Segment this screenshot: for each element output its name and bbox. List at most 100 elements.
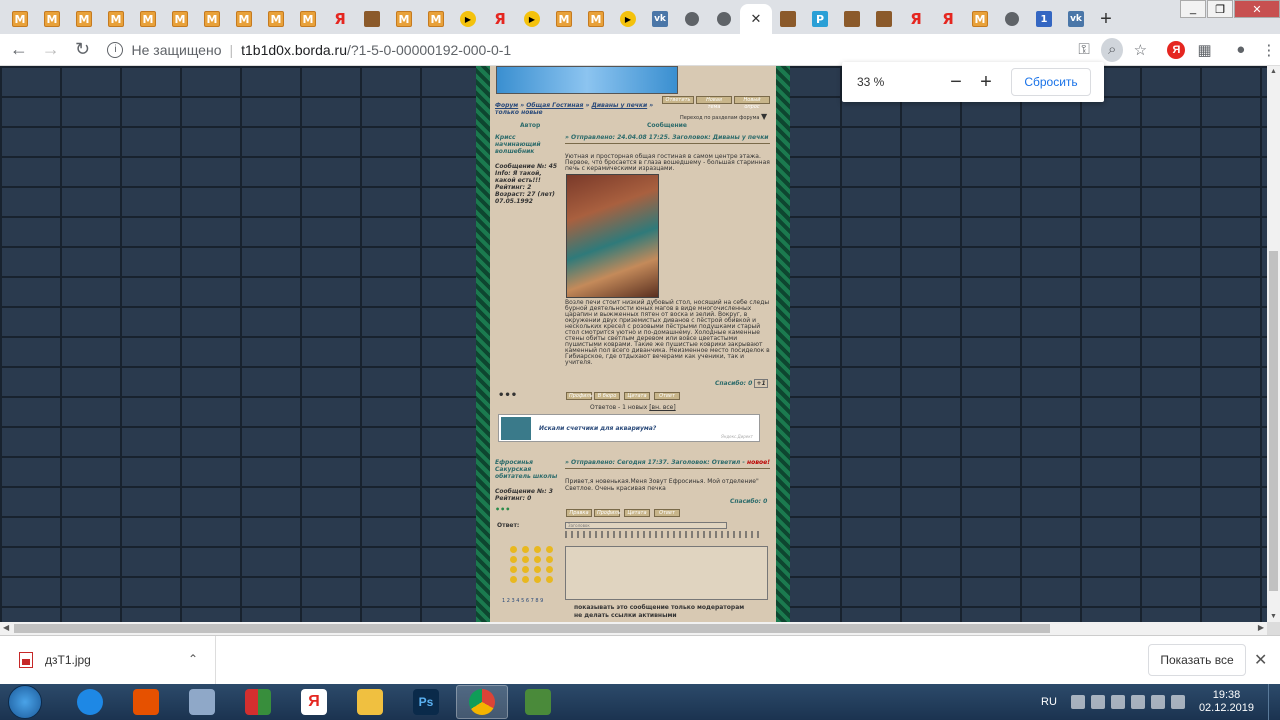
zoom-in-button[interactable]: + — [971, 71, 1001, 94]
smiley-icon[interactable] — [510, 546, 517, 553]
scroll-down-icon[interactable]: ▼ — [1270, 613, 1277, 620]
browser-tab[interactable]: M — [68, 4, 100, 34]
smiley-icon[interactable] — [546, 556, 553, 563]
edit-button[interactable]: Правка — [566, 509, 592, 517]
breadcrumb-topic[interactable]: Диваны у печки — [592, 102, 648, 109]
browser-tab[interactable]: M — [196, 4, 228, 34]
browser-tab[interactable]: vk — [644, 4, 676, 34]
browser-tab[interactable] — [996, 4, 1028, 34]
smiley-icon[interactable] — [534, 576, 541, 583]
smiley-icon[interactable] — [522, 576, 529, 583]
smiley-icon[interactable] — [510, 566, 517, 573]
smiley-icon[interactable] — [510, 576, 517, 583]
browser-tab[interactable] — [356, 4, 388, 34]
browser-tab[interactable]: ▶ — [612, 4, 644, 34]
browser-tab[interactable]: M — [548, 4, 580, 34]
key-icon[interactable]: ⚿ — [1073, 38, 1095, 62]
window-close-button[interactable]: ✕ — [1234, 0, 1280, 18]
info-icon[interactable]: i — [107, 41, 124, 58]
author-name[interactable]: Ефросинья — [495, 459, 560, 466]
show-all-downloads-button[interactable]: Показать все — [1148, 644, 1246, 676]
taskbar-ie[interactable] — [64, 685, 116, 719]
vertical-scrollbar[interactable]: ▲ ▼ — [1267, 66, 1280, 622]
browser-tab[interactable] — [676, 4, 708, 34]
download-item[interactable]: дзT1.jpg ⌃ — [0, 636, 216, 684]
taskbar-app[interactable] — [512, 685, 564, 719]
url-path[interactable]: /?1-5-0-00000192-000-0-1 — [347, 42, 511, 58]
browser-tab[interactable]: 1 — [1028, 4, 1060, 34]
breadcrumb-section[interactable]: Общая Гостиная — [526, 102, 583, 109]
close-icon[interactable]: ✕ — [1254, 650, 1267, 670]
browser-tab[interactable]: M — [132, 4, 164, 34]
scroll-thumb[interactable] — [1269, 251, 1278, 591]
new-topic-button[interactable]: Новая тема — [696, 96, 732, 110]
smiley-icon[interactable] — [522, 556, 529, 563]
smiley-icon[interactable] — [534, 546, 541, 553]
scroll-up-icon[interactable]: ▲ — [1270, 68, 1277, 75]
profile-icon[interactable]: ● — [1230, 38, 1252, 62]
battery-icon[interactable] — [1130, 695, 1145, 709]
quote-button[interactable]: Цитата — [624, 509, 650, 517]
back-button[interactable]: ← — [6, 36, 32, 64]
browser-tab[interactable]: M — [580, 4, 612, 34]
taskbar-office[interactable] — [232, 685, 284, 719]
browser-tab[interactable]: ✕ — [740, 4, 772, 34]
flag-icon[interactable] — [1090, 695, 1105, 709]
tray-arrow-icon[interactable] — [1070, 695, 1085, 709]
address-bar[interactable]: i Не защищено | t1b1d0x.borda.ru/?1-5-0-… — [107, 36, 1067, 64]
zoom-reset-button[interactable]: Сбросить — [1011, 68, 1091, 96]
smiley-icon[interactable] — [522, 566, 529, 573]
browser-tab[interactable] — [836, 4, 868, 34]
browser-tab[interactable]: M — [36, 4, 68, 34]
new-tab-button[interactable]: + — [1092, 4, 1120, 34]
reply-textarea[interactable] — [565, 546, 768, 600]
browser-tab[interactable]: M — [388, 4, 420, 34]
scroll-thumb[interactable] — [14, 624, 1050, 633]
security-label[interactable]: Не защищено — [131, 42, 221, 58]
breadcrumb-forum[interactable]: Форум — [495, 102, 518, 109]
browser-tab[interactable] — [772, 4, 804, 34]
start-button[interactable] — [8, 685, 42, 719]
clock[interactable]: 19:38 02.12.2019 — [1199, 689, 1254, 715]
browser-tab[interactable]: Я — [324, 4, 356, 34]
new-poll-button[interactable]: Новый опрос — [734, 96, 770, 110]
minimize-button[interactable]: _ — [1180, 0, 1206, 18]
browser-tab[interactable]: ▶ — [452, 4, 484, 34]
smiley-icon[interactable] — [534, 566, 541, 573]
author-name[interactable]: Крисс — [495, 134, 560, 141]
smiley-icon[interactable] — [546, 576, 553, 583]
show-desktop-button[interactable] — [1268, 684, 1280, 720]
mod-only-checkbox-label[interactable]: показывать это сообщение только модерато… — [574, 604, 744, 611]
browser-tab[interactable]: M — [420, 4, 452, 34]
volume-icon[interactable] — [1170, 695, 1185, 709]
close-tab-icon[interactable]: ✕ — [751, 11, 762, 27]
subject-input[interactable]: Заголовок — [565, 522, 727, 529]
browser-tab[interactable]: ▶ — [516, 4, 548, 34]
browser-tab[interactable] — [868, 4, 900, 34]
smiley-icon[interactable] — [534, 556, 541, 563]
network-icon[interactable] — [1150, 695, 1165, 709]
browser-tab[interactable]: Я — [932, 4, 964, 34]
browser-tab[interactable]: P — [804, 4, 836, 34]
profile-button[interactable]: Профиль — [566, 392, 593, 400]
show-all-replies-link[interactable]: [вн. все] — [649, 404, 675, 411]
zoom-out-button[interactable]: − — [941, 71, 971, 94]
scroll-left-icon[interactable]: ◀ — [3, 623, 9, 632]
taskbar-media[interactable] — [120, 685, 172, 719]
formatting-toolbar[interactable] — [565, 531, 760, 538]
answer-button[interactable]: Ответ — [654, 509, 680, 517]
browser-tab[interactable]: M — [292, 4, 324, 34]
zoom-icon[interactable]: ⌕ — [1101, 37, 1124, 62]
smiley-icon[interactable] — [546, 546, 553, 553]
profile-button[interactable]: Профиль — [594, 509, 621, 517]
taskbar-photoshop[interactable]: Ps — [400, 685, 452, 719]
bookmark-star-icon[interactable]: ☆ — [1129, 38, 1151, 62]
ad-title[interactable]: Искали счетчики для аквариума? — [539, 425, 656, 432]
chevron-up-icon[interactable]: ⌃ — [188, 652, 198, 666]
browser-tab[interactable]: Я — [484, 4, 516, 34]
tray-app-icon[interactable] — [1110, 695, 1125, 709]
forward-button[interactable]: → — [38, 36, 64, 64]
taskbar-paint[interactable] — [176, 685, 228, 719]
language-indicator[interactable]: RU — [1041, 696, 1057, 708]
to-bureau-button[interactable]: В бюро — [594, 392, 620, 400]
